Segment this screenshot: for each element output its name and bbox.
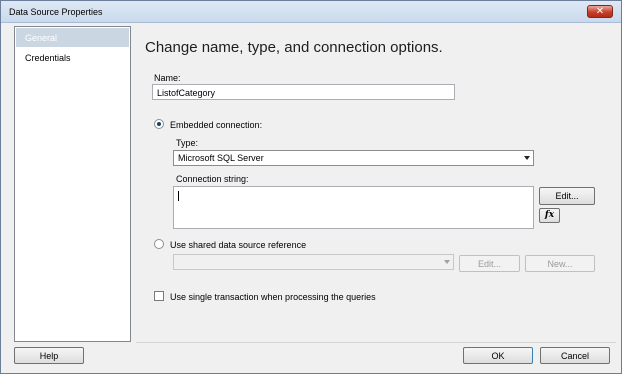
close-button[interactable]: ✕	[587, 5, 613, 18]
sidebar-item-general[interactable]: General	[16, 28, 129, 47]
name-input[interactable]: ListofCategory	[152, 84, 455, 100]
shared-edit-button[interactable]: Edit...	[459, 255, 520, 272]
help-button[interactable]: Help	[14, 347, 84, 364]
window-title: Data Source Properties	[9, 7, 103, 17]
connection-string-label: Connection string:	[176, 174, 249, 184]
sidebar-item-label: General	[25, 33, 58, 43]
dialog-window: Data Source Properties ✕ General Credent…	[0, 0, 622, 374]
title-bar: Data Source Properties ✕	[1, 1, 621, 23]
main-panel: Change name, type, and connection option…	[135, 23, 621, 341]
single-transaction-checkbox[interactable]	[154, 291, 164, 301]
shared-data-source-select[interactable]	[173, 254, 454, 270]
page-title: Change name, type, and connection option…	[145, 39, 443, 56]
type-label: Type:	[176, 138, 199, 148]
radio-selected-dot	[157, 122, 161, 126]
name-input-value: ListofCategory	[157, 88, 216, 98]
sidebar-item-label: Credentials	[25, 53, 71, 63]
chevron-down-icon	[524, 156, 530, 160]
embedded-connection-label: Embedded connection:	[170, 120, 263, 130]
name-label: Name:	[154, 73, 181, 83]
shared-data-source-radio[interactable]	[154, 239, 164, 249]
footer-divider	[136, 342, 616, 343]
chevron-down-icon	[444, 260, 450, 264]
edit-connection-button[interactable]: Edit...	[539, 187, 595, 205]
sidebar-item-credentials[interactable]: Credentials	[16, 48, 129, 67]
sidebar: General Credentials	[14, 26, 131, 342]
connection-string-input[interactable]	[173, 186, 534, 229]
type-select-value: Microsoft SQL Server	[178, 153, 264, 163]
shared-data-source-label: Use shared data source reference	[170, 240, 307, 250]
ok-button[interactable]: OK	[463, 347, 533, 364]
type-select[interactable]: Microsoft SQL Server	[173, 150, 534, 166]
fx-icon: fx	[544, 210, 555, 220]
shared-new-button[interactable]: New...	[525, 255, 595, 272]
embedded-connection-radio[interactable]	[154, 119, 164, 129]
close-icon: ✕	[595, 6, 605, 17]
single-transaction-label: Use single transaction when processing t…	[170, 292, 376, 302]
text-cursor	[178, 191, 179, 201]
expression-button[interactable]: fx	[539, 208, 560, 223]
cancel-button[interactable]: Cancel	[540, 347, 610, 364]
